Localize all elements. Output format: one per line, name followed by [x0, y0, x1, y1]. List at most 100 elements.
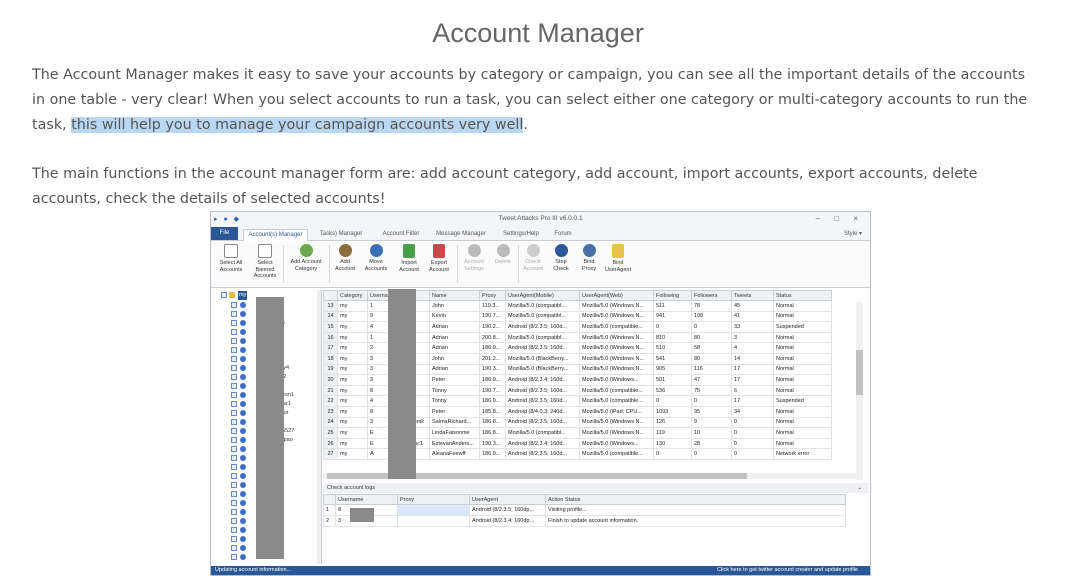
bind-proxy-button[interactable]: Bind Proxy — [577, 244, 601, 272]
checkbox-icon[interactable] — [231, 311, 237, 317]
table-cell: 33 — [731, 321, 774, 333]
table-cell: Adrian — [429, 321, 480, 333]
log-column-header[interactable]: Proxy — [397, 494, 470, 505]
delete-button[interactable]: Delete — [491, 244, 515, 266]
import-account-button[interactable]: Import Account — [395, 244, 423, 273]
username-prefix: 1 — [370, 302, 374, 309]
window-controls-icon[interactable]: – □ × — [816, 214, 864, 223]
grid-vertical-scrollbar[interactable] — [856, 302, 863, 480]
table-cell: 4 — [731, 342, 774, 354]
tab-settings-help[interactable]: Settings/Help — [497, 229, 545, 240]
account-settings-button[interactable]: Account Settings — [459, 244, 489, 272]
checkbox-icon[interactable] — [231, 320, 237, 326]
checkbox-icon[interactable] — [231, 464, 237, 470]
checkbox-icon[interactable] — [231, 509, 237, 515]
log-column-header[interactable] — [323, 494, 336, 505]
table-cell: Peter — [429, 405, 480, 418]
tab-account-manager[interactable]: Account(s) Manager — [243, 229, 308, 241]
tab-message-manager[interactable]: Message Manager — [433, 229, 489, 240]
stop-check-button[interactable]: Stop Check — [549, 244, 573, 272]
checkbox-icon[interactable] — [231, 527, 237, 533]
checkbox-icon[interactable] — [231, 329, 237, 335]
column-header[interactable]: Tweets — [731, 290, 774, 301]
column-header[interactable]: UserAgent(Mobile) — [505, 290, 580, 301]
log-panel-header[interactable]: Check account logs ⌄ — [323, 483, 868, 493]
chevron-down-icon[interactable]: ⌄ — [857, 483, 862, 493]
style-dropdown[interactable]: Style ▾ — [844, 230, 862, 237]
checkbox-icon[interactable] — [231, 446, 237, 452]
move-accounts-button[interactable]: Move Accounts — [361, 244, 391, 272]
table-cell: my — [337, 300, 368, 312]
column-header[interactable]: Status — [773, 290, 832, 301]
check-account-button[interactable]: Check Account — [519, 244, 547, 272]
table-cell: Normal — [773, 437, 832, 450]
username-prefix: 8 — [370, 387, 374, 394]
table-cell: 190.7... — [479, 384, 506, 397]
export-account-button[interactable]: Export Account — [425, 244, 453, 273]
import-icon — [403, 244, 415, 258]
style-label: Style — [843, 231, 858, 237]
column-header[interactable]: Category — [337, 290, 368, 301]
checkbox-icon[interactable] — [231, 338, 237, 344]
column-header[interactable]: Name — [429, 290, 480, 301]
scroll-thumb[interactable] — [856, 350, 863, 395]
table-cell: EstevanAnders... — [429, 437, 480, 450]
checkbox-icon[interactable] — [231, 482, 237, 488]
table-cell: 14 — [731, 352, 774, 365]
column-header[interactable] — [323, 290, 338, 301]
log-row[interactable]: 1 8 Android (8/2.3.5; 160dp... Visiting pro… — [323, 504, 846, 516]
stop-icon — [554, 244, 568, 257]
table-cell: Mozilla/5.0 (BlackBerry... — [505, 363, 580, 376]
log-row[interactable]: 2 3 Android (8/2.3.4; 160dp... Finish to up… — [323, 515, 846, 527]
checkbox-icon[interactable] — [231, 419, 237, 425]
checkbox-icon[interactable] — [231, 347, 237, 353]
select-all-button[interactable]: Select All Accounts — [213, 244, 249, 273]
checkbox-icon[interactable] — [231, 383, 237, 389]
log-column-header[interactable]: Username — [335, 494, 398, 505]
add-category-button[interactable]: Add Account Category — [285, 244, 327, 272]
checkbox-icon[interactable] — [231, 473, 237, 479]
checkbox-icon[interactable] — [231, 437, 237, 443]
column-header[interactable]: Proxy — [479, 290, 506, 301]
checkbox-icon[interactable] — [231, 491, 237, 497]
select-banned-button[interactable]: Select Banned Accounts — [249, 244, 281, 280]
user-icon — [240, 455, 246, 461]
log-cell: Finish to update account information. — [545, 515, 846, 527]
checkbox-icon[interactable] — [231, 545, 237, 551]
column-header[interactable]: UserAgent(Web) — [579, 290, 654, 301]
tab-file[interactable]: File — [211, 227, 238, 240]
checkbox-icon[interactable] — [231, 365, 237, 371]
checkbox-icon[interactable] — [231, 392, 237, 398]
checkbox-icon[interactable] — [231, 518, 237, 524]
column-header[interactable]: Following — [653, 290, 692, 301]
log-column-header[interactable]: Action Status — [545, 494, 846, 505]
user-icon — [240, 482, 246, 488]
checkbox-icon[interactable] — [231, 554, 237, 560]
checkbox-icon[interactable] — [231, 536, 237, 542]
checkbox-icon[interactable] — [231, 455, 237, 461]
checkbox-icon[interactable] — [231, 428, 237, 434]
tab-forum[interactable]: Forum — [551, 229, 575, 240]
tab-account-filter[interactable]: Account Filter — [377, 229, 425, 240]
table-cell: Mozilla/5.0 (compatible... — [579, 395, 654, 407]
checkbox-icon[interactable] — [231, 500, 237, 506]
row-number: 14 — [323, 310, 338, 323]
checkbox-icon[interactable] — [231, 401, 237, 407]
user-icon — [240, 410, 246, 416]
checkbox-icon[interactable] — [231, 410, 237, 416]
checkbox-icon[interactable] — [231, 374, 237, 380]
checkbox-icon[interactable] — [231, 302, 237, 308]
column-header[interactable]: Followers — [691, 290, 732, 301]
table-cell: my — [337, 395, 368, 407]
add-account-button[interactable]: Add Account — [331, 244, 359, 272]
tab-task-manager[interactable]: Tasks) Manager — [315, 229, 367, 240]
checkbox-icon[interactable] — [221, 292, 227, 298]
intro-paragraph: The Account Manager makes it easy to sav… — [32, 63, 1042, 138]
bind-useragent-button[interactable]: Bind UserAgent — [603, 244, 633, 273]
checkbox-icon[interactable] — [231, 356, 237, 362]
table-cell: 119 — [653, 427, 692, 439]
log-column-header[interactable]: UserAgent — [469, 494, 546, 505]
table-cell: Mozilla/5.0 (Windows N... — [579, 342, 654, 354]
table-cell: Mozilla/5.0 (Windows N... — [579, 331, 654, 344]
table-cell: Normal — [773, 300, 832, 312]
